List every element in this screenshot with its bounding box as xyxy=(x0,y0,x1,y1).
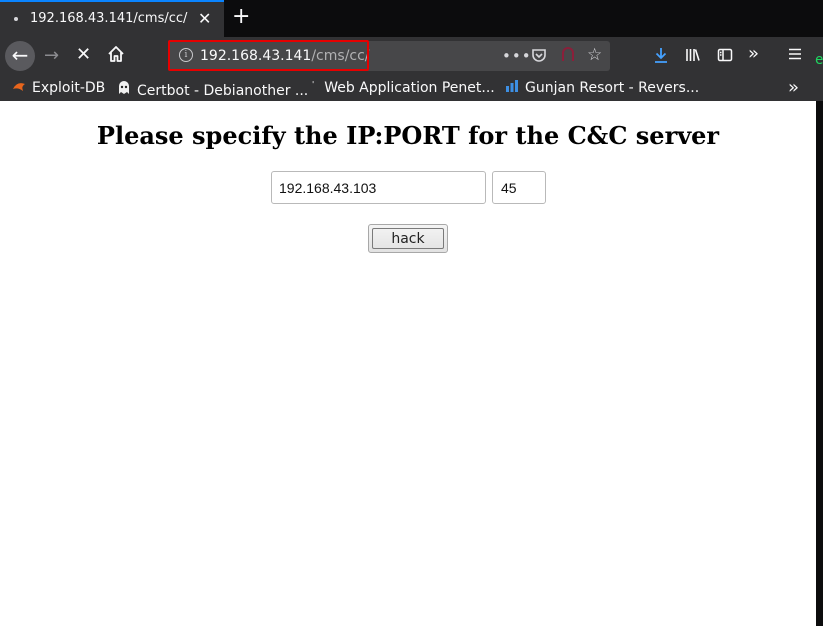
bookmark-label: Gunjan Resort - Revers... xyxy=(525,80,700,96)
window-edge xyxy=(816,101,823,626)
stop-button[interactable]: ✕ xyxy=(76,45,91,65)
chart-icon xyxy=(505,80,519,96)
port-input[interactable] xyxy=(492,171,546,204)
certbot-icon xyxy=(117,80,131,99)
extension-icon[interactable] xyxy=(560,47,576,67)
new-tab-button[interactable]: + xyxy=(232,5,250,29)
forward-button[interactable]: → xyxy=(44,46,59,66)
hack-button-label: hack xyxy=(372,228,444,249)
navigation-toolbar: ← → ✕ i 192.168.43.141/cms/cc/ ••• ☆ » xyxy=(0,37,823,75)
back-button[interactable]: ← xyxy=(5,41,35,71)
terminal-edge-glyph: e xyxy=(815,52,823,68)
home-button[interactable] xyxy=(107,45,125,68)
ip-address-input[interactable] xyxy=(271,171,486,204)
bookmark-star-icon[interactable]: ☆ xyxy=(587,45,602,65)
page-heading: Please specify the IP:PORT for the C&C s… xyxy=(96,121,720,150)
url-highlight-box xyxy=(168,40,369,71)
tab-favicon-icon xyxy=(14,17,18,21)
hack-button[interactable]: hack xyxy=(368,224,448,253)
bookmark-exploit-db[interactable]: Exploit-DB xyxy=(12,80,105,96)
overflow-chevron-icon[interactable]: » xyxy=(748,44,759,64)
exploit-db-icon xyxy=(12,80,26,96)
bookmarks-toolbar: Exploit-DB Certbot - Debianother ... ' We… xyxy=(0,75,823,101)
bookmark-label: Exploit-DB xyxy=(32,80,106,96)
bookmark-certbot[interactable]: Certbot - Debianother ... xyxy=(117,80,308,99)
bookmarks-overflow-icon[interactable]: » xyxy=(788,77,799,98)
page-actions-icon[interactable]: ••• xyxy=(502,47,532,65)
bookmark-label: Web Application Penet... xyxy=(324,80,495,96)
home-icon xyxy=(108,46,124,62)
pocket-icon[interactable] xyxy=(531,47,547,67)
menu-icon[interactable] xyxy=(787,46,803,67)
sidebar-icon[interactable] xyxy=(716,46,734,69)
active-tab[interactable]: 192.168.43.141/cms/cc/ ✕ xyxy=(0,0,224,37)
tab-bar: 192.168.43.141/cms/cc/ ✕ + xyxy=(0,0,823,37)
tab-title: 192.168.43.141/cms/cc/ xyxy=(30,11,188,26)
library-icon[interactable] xyxy=(684,46,702,69)
bookmark-gunjan-resort[interactable]: Gunjan Resort - Revers... xyxy=(505,80,699,96)
bookmark-web-app-pentest[interactable]: ' Web Application Penet... xyxy=(312,80,495,96)
page-content: Please specify the IP:PORT for the C&C s… xyxy=(0,101,816,626)
bookmark-label: Certbot - Debianother ... xyxy=(137,83,309,99)
downloads-icon[interactable] xyxy=(652,46,670,69)
close-tab-icon[interactable]: ✕ xyxy=(198,9,211,28)
generic-page-icon: ' xyxy=(312,80,315,89)
